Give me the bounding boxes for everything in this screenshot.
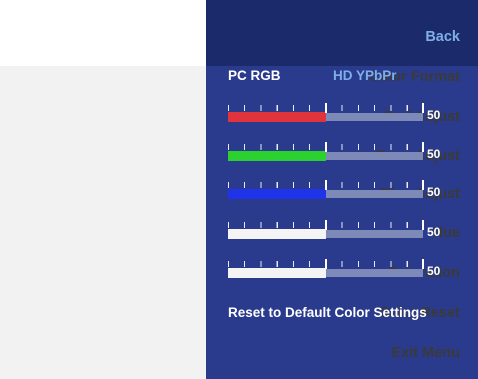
slider-fill [228, 229, 326, 239]
slider-fill [228, 189, 326, 199]
color-format-option-hd-ypbpr[interactable]: HD YPbPr [333, 67, 397, 85]
saturation-slider[interactable] [228, 259, 424, 278]
menu-item-exit-menu[interactable]: Exit Menu [280, 343, 460, 363]
red-adjust-value: 50 [427, 108, 441, 122]
color-format-option-pc-rgb[interactable]: PC RGB [228, 67, 281, 85]
slider-center-tick [325, 180, 327, 190]
green-adjust-value: 50 [427, 147, 441, 161]
blue-adjust-value: 50 [427, 185, 441, 199]
red-adjust-slider[interactable] [228, 103, 424, 122]
menu-item-back[interactable]: Back [280, 27, 460, 47]
slider-center-tick [325, 142, 327, 152]
slider-end-tick [422, 103, 424, 113]
osd-color-menu: Back Color Format Red Adjust Geen Adjust… [0, 0, 478, 379]
color-reset-button[interactable]: Reset to Default Color Settings [228, 304, 427, 322]
slider-end-tick [422, 259, 424, 269]
slider-center-tick [325, 103, 327, 113]
slider-end-tick [422, 220, 424, 230]
slider-fill [228, 151, 326, 161]
saturation-value: 50 [427, 264, 441, 278]
slider-center-tick [325, 220, 327, 230]
hue-slider[interactable] [228, 220, 424, 239]
slider-end-tick [422, 142, 424, 152]
blue-adjust-slider[interactable] [228, 180, 424, 199]
menu-header [0, 0, 206, 66]
slider-fill [228, 112, 326, 122]
green-adjust-slider[interactable] [228, 142, 424, 161]
hue-value: 50 [427, 225, 441, 239]
slider-fill [228, 268, 326, 278]
slider-center-tick [325, 259, 327, 269]
slider-end-tick [422, 180, 424, 190]
